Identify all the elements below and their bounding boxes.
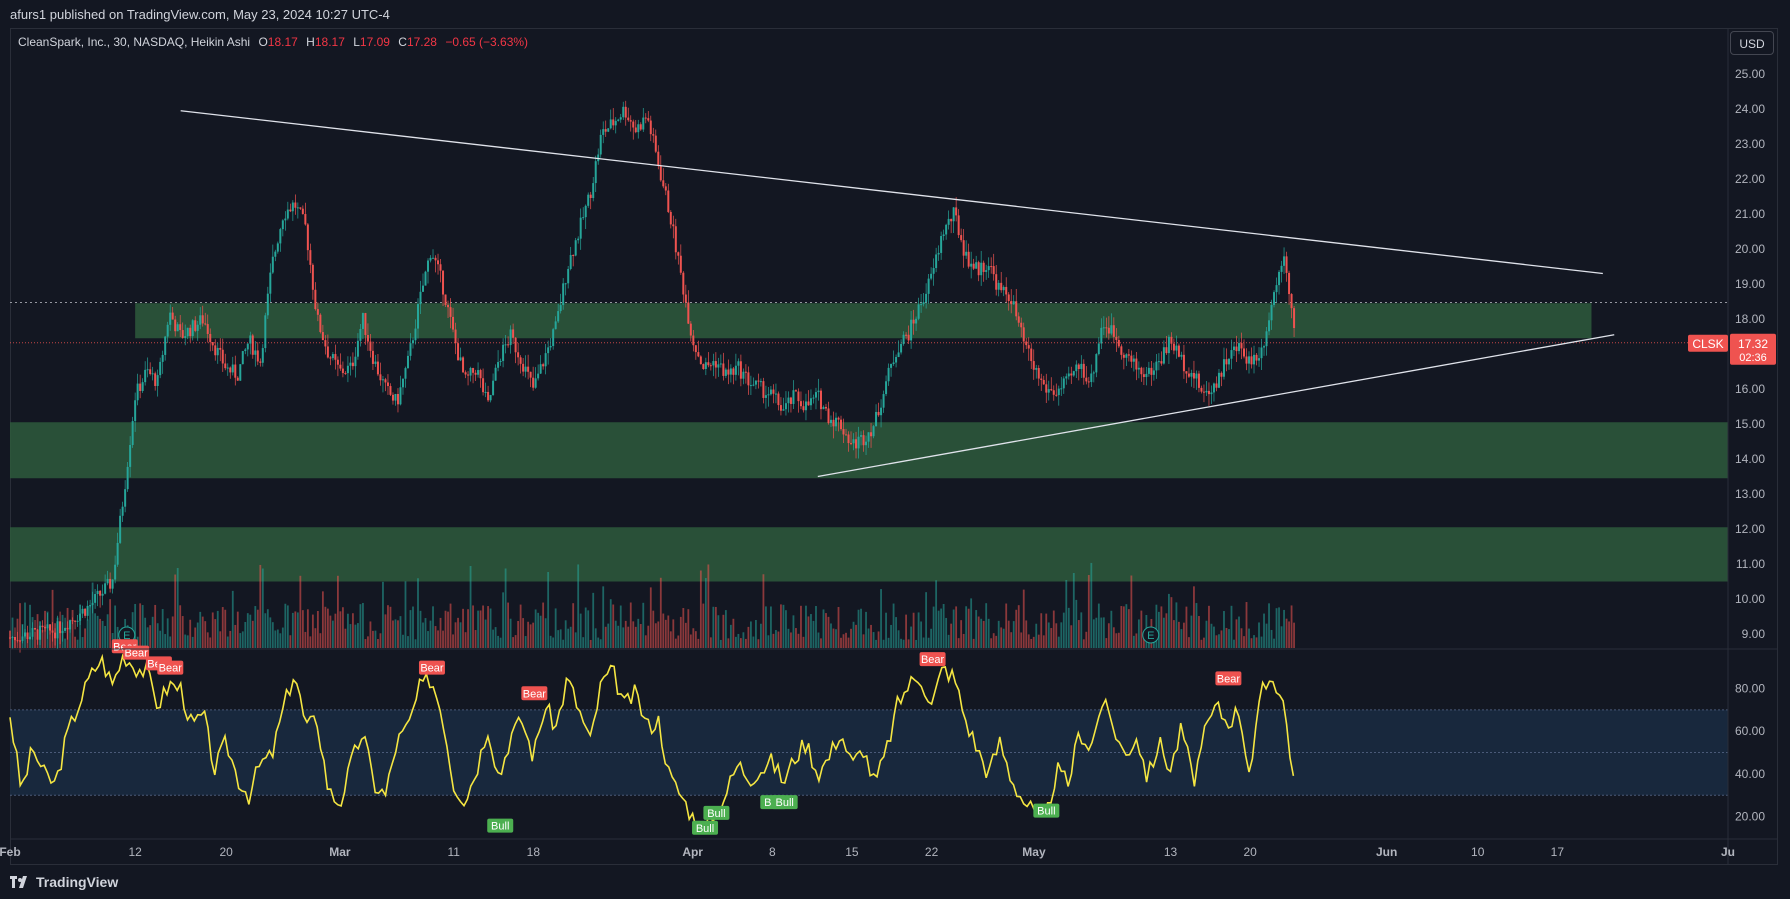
open-value: 18.17	[267, 35, 298, 49]
tradingview-brand[interactable]: TradingView	[10, 874, 118, 891]
low-value: 17.09	[359, 35, 390, 49]
chart-frame	[10, 28, 1778, 865]
low-label: L	[353, 35, 360, 49]
symbol-title: CleanSpark, Inc., 30, NASDAQ, Heikin Ash…	[18, 35, 251, 49]
brand-name: TradingView	[36, 874, 119, 890]
close-value: 17.28	[406, 35, 437, 49]
change-value: −0.65 (−3.63%)	[445, 35, 529, 49]
symbol-legend: CleanSpark, Inc., 30, NASDAQ, Heikin Ash…	[18, 35, 528, 49]
currency-button[interactable]: USD	[1730, 31, 1774, 55]
high-value: 18.17	[314, 35, 345, 49]
publish-bar: afurs1 published on TradingView.com, May…	[0, 0, 1790, 28]
high-label: H	[306, 35, 315, 49]
publisher-text: afurs1 published on TradingView.com, May…	[10, 7, 390, 22]
tradingview-logo-icon	[10, 875, 32, 891]
open-label: O	[258, 35, 268, 49]
close-label: C	[398, 35, 407, 49]
